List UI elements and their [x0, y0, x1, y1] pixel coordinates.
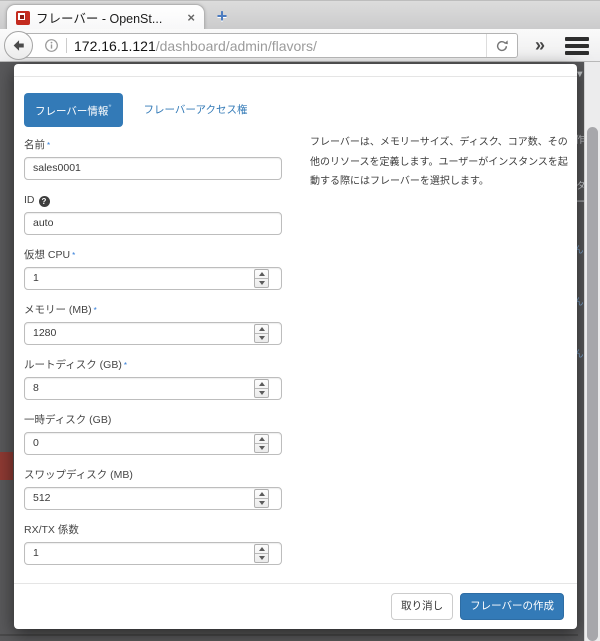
- dimmed-page-overlay: ー ▼作ターんんん フレーバー情報* フレーバーアクセス権 名前*ID?仮想 C…: [0, 62, 600, 641]
- modal-body: フレーバー情報* フレーバーアクセス権 名前* ID? 仮想 CPU* メモリー (M…: [14, 77, 577, 565]
- spinner-down-icon[interactable]: [255, 498, 268, 507]
- input-wrap-ram: [24, 322, 282, 345]
- site-info-icon[interactable]: [44, 38, 59, 53]
- scrollbar-thumb[interactable]: [587, 127, 598, 641]
- number-spinner-swap-disk: [254, 489, 269, 508]
- input-wrap-root-disk: [24, 377, 282, 400]
- field-input-vcpus[interactable]: [24, 267, 282, 290]
- field-label-flavor-id: ID?: [24, 193, 282, 208]
- spinner-up-icon[interactable]: [255, 490, 268, 498]
- spinner-up-icon[interactable]: [255, 380, 268, 388]
- help-question-icon[interactable]: ?: [39, 196, 50, 207]
- tab-flavor-info[interactable]: フレーバー情報*: [24, 93, 123, 127]
- url-text: 172.16.1.121/dashboard/admin/flavors/: [74, 38, 486, 54]
- field-label-ram: メモリー (MB)*: [24, 303, 282, 318]
- create-flavor-button[interactable]: フレーバーの作成: [460, 593, 564, 620]
- url-path: /dashboard/admin/flavors/: [156, 38, 317, 54]
- new-tab-button[interactable]: +: [212, 6, 232, 26]
- field-label-name: 名前*: [24, 138, 282, 153]
- number-spinner-ephemeral-disk: [254, 434, 269, 453]
- required-asterisk: *: [72, 251, 75, 260]
- url-bar[interactable]: 172.16.1.121/dashboard/admin/flavors/: [20, 33, 518, 58]
- overflow-chevron-button[interactable]: »: [527, 34, 553, 58]
- form-group-vcpus: 仮想 CPU*: [24, 248, 282, 290]
- field-input-root-disk[interactable]: [24, 377, 282, 400]
- required-asterisk: *: [108, 103, 111, 112]
- input-wrap-rxtx-factor: [24, 542, 282, 565]
- hamburger-icon: [565, 37, 589, 41]
- spinner-up-icon[interactable]: [255, 435, 268, 443]
- number-spinner-ram: [254, 324, 269, 343]
- browser-tab[interactable]: フレーバー - OpenSt... ×: [6, 4, 205, 30]
- field-label-swap-disk: スワップディスク (MB): [24, 468, 282, 483]
- back-arrow-icon: [11, 38, 26, 53]
- field-input-rxtx-factor[interactable]: [24, 542, 282, 565]
- reload-button[interactable]: [486, 34, 517, 57]
- required-asterisk: *: [47, 141, 50, 150]
- input-wrap-swap-disk: [24, 487, 282, 510]
- field-label-root-disk: ルートディスク (GB)*: [24, 358, 282, 373]
- browser-window: フレーバー - OpenSt... × + 172.16.1.121/dashb…: [0, 0, 600, 641]
- cancel-button[interactable]: 取り消し: [391, 593, 453, 620]
- field-label-vcpus: 仮想 CPU*: [24, 248, 282, 263]
- input-wrap-vcpus: [24, 267, 282, 290]
- input-wrap-ephemeral-disk: [24, 432, 282, 455]
- field-input-name[interactable]: [24, 157, 282, 180]
- navigation-toolbar: 172.16.1.121/dashboard/admin/flavors/ »: [0, 29, 600, 62]
- menu-button[interactable]: [565, 37, 589, 55]
- tab-flavor-access[interactable]: フレーバーアクセス権: [144, 102, 248, 117]
- form-group-ram: メモリー (MB)*: [24, 303, 282, 345]
- input-wrap-name: [24, 157, 282, 180]
- page-scrollbar[interactable]: [584, 62, 600, 641]
- form-group-root-disk: ルートディスク (GB)*: [24, 358, 282, 400]
- spinner-down-icon[interactable]: [255, 278, 268, 287]
- spinner-down-icon[interactable]: [255, 388, 268, 397]
- spinner-down-icon[interactable]: [255, 443, 268, 452]
- modal-header-sliver: [14, 64, 577, 77]
- spinner-down-icon[interactable]: [255, 553, 268, 562]
- form-group-swap-disk: スワップディスク (MB): [24, 468, 282, 510]
- form-group-rxtx-factor: RX/TX 係数: [24, 523, 282, 565]
- field-input-flavor-id[interactable]: [24, 212, 282, 235]
- field-input-swap-disk[interactable]: [24, 487, 282, 510]
- tab-close-icon[interactable]: ×: [187, 11, 195, 24]
- spinner-up-icon[interactable]: [255, 270, 268, 278]
- spinner-up-icon[interactable]: [255, 545, 268, 553]
- background-table-edge: [0, 634, 578, 636]
- tab-strip: フレーバー - OpenSt... × +: [0, 0, 600, 29]
- spinner-down-icon[interactable]: [255, 333, 268, 342]
- url-separator: [66, 38, 67, 53]
- modal-tabs: フレーバー情報* フレーバーアクセス権: [24, 93, 567, 127]
- flavor-form: 名前* ID? 仮想 CPU* メモリー (MB)* ルートディスク (GB)* 一時ディ…: [24, 138, 282, 565]
- form-group-flavor-id: ID?: [24, 193, 282, 235]
- reload-icon: [495, 39, 509, 53]
- form-group-name: 名前*: [24, 138, 282, 180]
- create-flavor-modal: フレーバー情報* フレーバーアクセス権 名前* ID? 仮想 CPU* メモリー (M…: [14, 64, 577, 629]
- help-text: フレーバーは、メモリーサイズ、ディスク、コア数、その他のリソースを定義します。ユ…: [310, 133, 568, 192]
- openstack-favicon-icon: [16, 11, 30, 25]
- number-spinner-root-disk: [254, 379, 269, 398]
- field-label-ephemeral-disk: 一時ディスク (GB): [24, 413, 282, 428]
- number-spinner-vcpus: [254, 269, 269, 288]
- field-label-rxtx-factor: RX/TX 係数: [24, 523, 282, 538]
- modal-footer: 取り消し フレーバーの作成: [14, 583, 577, 629]
- spinner-up-icon[interactable]: [255, 325, 268, 333]
- required-asterisk: *: [124, 361, 127, 370]
- field-input-ephemeral-disk[interactable]: [24, 432, 282, 455]
- required-asterisk: *: [94, 306, 97, 315]
- url-host: 172.16.1.121: [74, 38, 156, 54]
- number-spinner-rxtx-factor: [254, 544, 269, 563]
- tab-title: フレーバー - OpenSt...: [36, 8, 181, 27]
- input-wrap-flavor-id: [24, 212, 282, 235]
- field-input-ram[interactable]: [24, 322, 282, 345]
- background-delete-button-fragment: [0, 452, 13, 480]
- form-group-ephemeral-disk: 一時ディスク (GB): [24, 413, 282, 455]
- back-button[interactable]: [4, 31, 33, 60]
